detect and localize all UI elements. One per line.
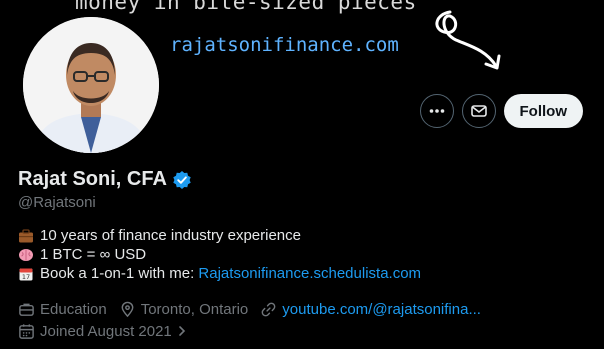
schedule-link[interactable]: Rajatsonifinance.schedulista.com: [198, 264, 421, 283]
banner-url: rajatsonifinance.com: [170, 34, 399, 56]
message-button[interactable]: [461, 94, 496, 128]
bio-text: 1 BTC = ∞ USD: [40, 246, 147, 263]
calendar-outline-icon: [19, 323, 34, 339]
display-name: Rajat Soni, CFA: [18, 168, 167, 190]
briefcase-icon: [19, 228, 33, 242]
location-text: Toronto, Ontario: [140, 300, 249, 318]
category-item: Education: [18, 301, 107, 318]
profile-name-row: Rajat Soni, CFA: [18, 168, 192, 191]
avatar[interactable]: [20, 14, 162, 156]
meta-row: Education Toronto, Ontario youtube.com/@…: [18, 298, 493, 320]
follow-button[interactable]: Follow: [503, 94, 583, 128]
joined-item[interactable]: Joined August 2021: [18, 323, 187, 340]
bio-line: 17 Book a 1-on-1 with me: Rajatsonifinan…: [18, 264, 421, 283]
bio-text: Book a 1-on-1 with me:: [40, 265, 199, 282]
chevron-right-icon: [178, 326, 185, 336]
link-icon: [261, 302, 276, 316]
banner-tagline: money in bite-sized pieces: [75, 0, 417, 14]
bio-line: 10 years of finance industry experience: [18, 226, 421, 245]
joined-text: Joined August 2021: [40, 322, 172, 340]
avatar-photo: [23, 17, 159, 153]
category-text: Education: [40, 300, 107, 318]
website-link[interactable]: youtube.com/@rajatsonifina...: [282, 301, 481, 318]
curved-arrow-icon: [435, 10, 501, 70]
meta-row: Joined August 2021: [18, 320, 493, 342]
briefcase-outline-icon: [19, 303, 34, 316]
brain-icon: [19, 248, 33, 261]
website-item: youtube.com/@rajatsonifina...: [260, 301, 481, 318]
mail-icon: [470, 105, 487, 117]
user-handle: @Rajatsoni: [18, 194, 96, 211]
location-pin-icon: [121, 301, 134, 317]
more-button[interactable]: [419, 94, 454, 128]
more-icon: [429, 109, 444, 113]
location-item: Toronto, Ontario: [119, 300, 249, 318]
verified-badge-icon[interactable]: [172, 170, 192, 190]
bio: 10 years of finance industry experience …: [18, 226, 421, 283]
profile-meta: Education Toronto, Ontario youtube.com/@…: [18, 298, 493, 342]
calendar-icon: 17: [19, 268, 33, 281]
bio-text: 10 years of finance industry experience: [40, 227, 301, 244]
profile-actions: Follow: [419, 94, 583, 128]
bio-line: 1 BTC = ∞ USD: [18, 245, 421, 264]
svg-text:17: 17: [22, 273, 30, 281]
